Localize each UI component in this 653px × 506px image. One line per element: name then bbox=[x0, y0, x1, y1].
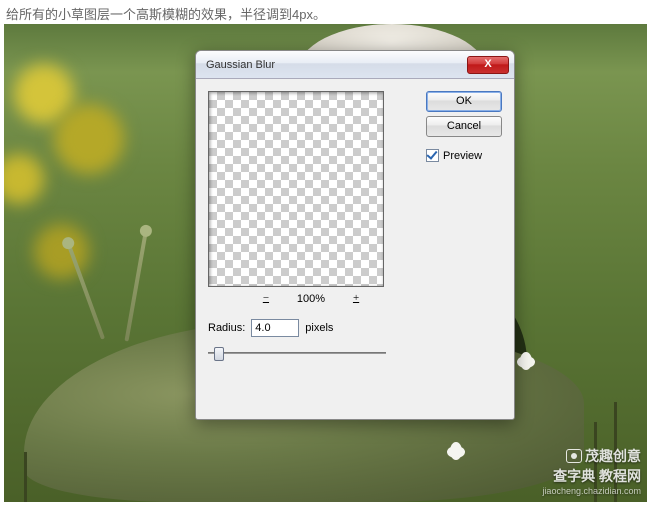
close-button[interactable]: X bbox=[467, 56, 509, 74]
cancel-button[interactable]: Cancel bbox=[426, 116, 502, 137]
grass bbox=[24, 452, 27, 502]
flower bbox=[517, 352, 537, 372]
watermark-line2: 查字典 教程网 bbox=[542, 466, 641, 486]
flower bbox=[447, 442, 467, 462]
instruction-text: 给所有的小草图层一个高斯模糊的效果，半径调到4px。 bbox=[0, 0, 653, 27]
zoom-percent: 100% bbox=[289, 293, 333, 305]
preview-checkbox[interactable] bbox=[426, 149, 439, 162]
radius-slider[interactable] bbox=[208, 345, 386, 361]
wechat-icon bbox=[566, 449, 582, 463]
radius-input[interactable] bbox=[251, 319, 299, 337]
zoom-in-button[interactable]: + bbox=[345, 291, 367, 307]
preview-canvas[interactable] bbox=[208, 91, 384, 287]
ok-button[interactable]: OK bbox=[426, 91, 502, 112]
slider-rail bbox=[208, 352, 386, 354]
gaussian-blur-dialog: Gaussian Blur X − 100% + Radius: pixels … bbox=[195, 50, 515, 420]
antenna bbox=[124, 232, 147, 341]
watermark-line3: jiaocheng.chazidian.com bbox=[542, 486, 641, 496]
dialog-titlebar[interactable]: Gaussian Blur X bbox=[196, 51, 514, 79]
dialog-title: Gaussian Blur bbox=[206, 59, 467, 71]
watermark-line1: 茂趣创意 bbox=[585, 448, 641, 464]
preview-label[interactable]: Preview bbox=[443, 150, 482, 162]
bokeh bbox=[54, 104, 124, 174]
radius-label: Radius: bbox=[208, 322, 245, 334]
bokeh bbox=[4, 154, 44, 204]
slider-thumb[interactable] bbox=[214, 347, 224, 361]
watermark: 茂趣创意 查字典 教程网 jiaocheng.chazidian.com bbox=[542, 446, 641, 496]
radius-unit: pixels bbox=[305, 322, 333, 334]
zoom-out-button[interactable]: − bbox=[255, 291, 277, 307]
